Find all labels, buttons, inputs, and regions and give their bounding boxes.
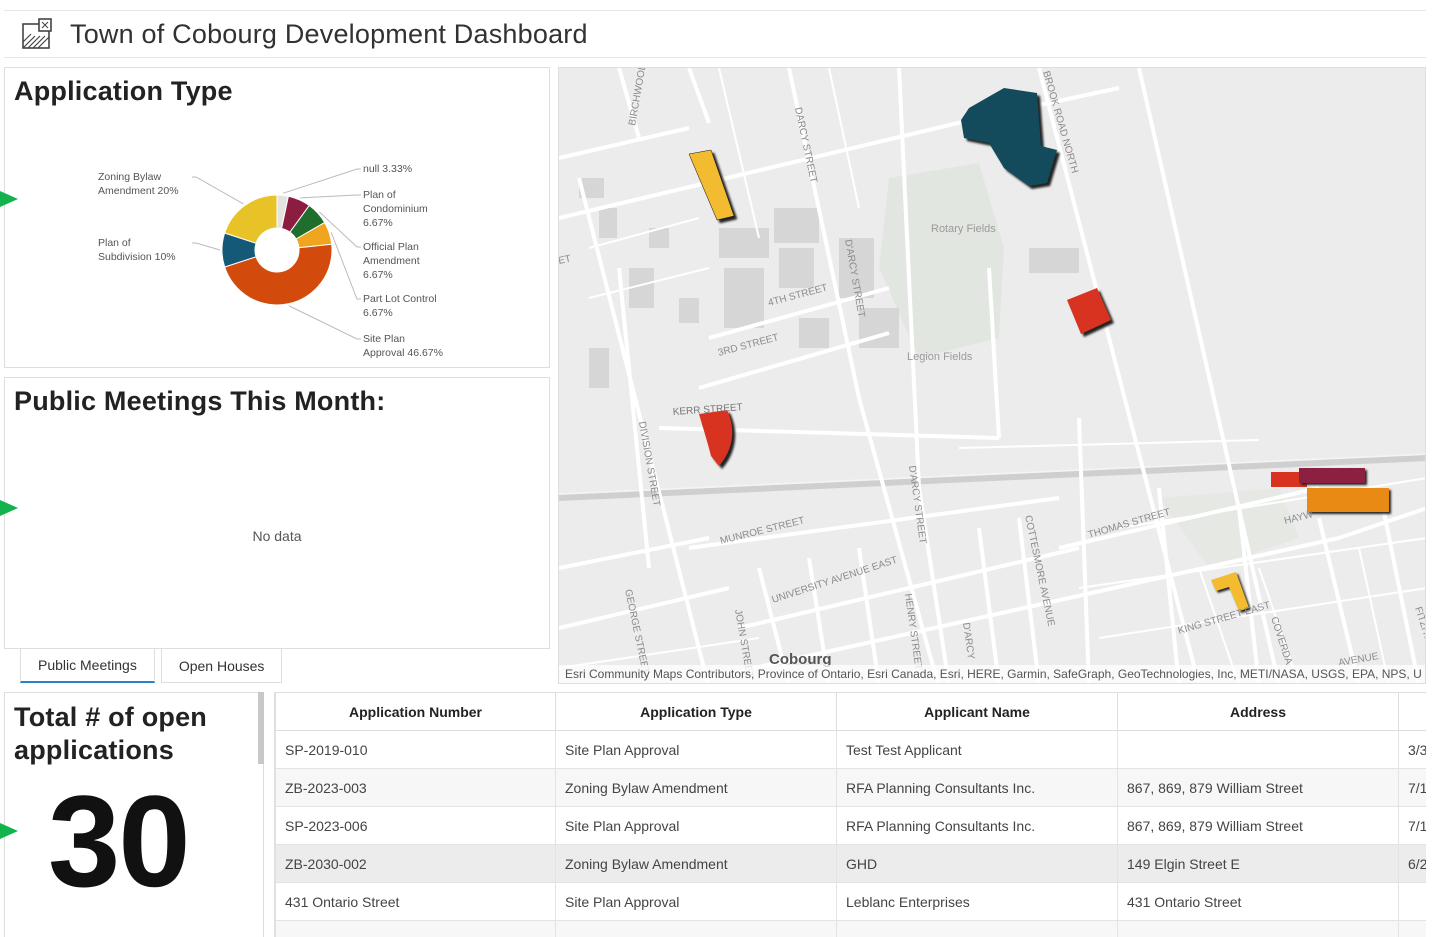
map-attribution: Esri Community Maps Contributors, Provin… [559, 665, 1425, 683]
pie-slice-label: null 3.33% [363, 163, 412, 175]
map-label: DARCY STREET [792, 106, 819, 184]
cell-address: 867, 869, 879 William Street [1117, 806, 1399, 845]
cell-applicant-name: Leblanc Enterprises [836, 882, 1118, 921]
cell-application-number: ZB-2023-003 [275, 768, 556, 807]
cell-application-number: SP-2023-006 [275, 806, 556, 845]
cell-application-type: Zoning Bylaw Amendment [555, 844, 837, 883]
pie-slice-label: Zoning Bylaw Amendment 20% [98, 171, 179, 197]
cell-application-type [555, 920, 837, 937]
cell-date [1398, 920, 1426, 937]
pie-slice[interactable] [224, 194, 278, 244]
pie-slice-label: Official Plan Amendment 6.67% [363, 241, 420, 281]
map-label: KING STREET EAST [1177, 600, 1272, 637]
cell-applicant-name: Test Test Applicant [836, 730, 1118, 769]
pie-slice-label: Site Plan Approval 46.67% [363, 333, 443, 359]
table-row[interactable]: ZB-2023-003 Zoning Bylaw Amendment RFA P… [275, 768, 1426, 807]
page-title: Town of Cobourg Development Dashboard [70, 18, 588, 49]
pie-leader-line [282, 168, 361, 194]
cell-date: 7/1 [1398, 806, 1426, 845]
cell-application-type: Site Plan Approval [555, 882, 837, 921]
public-meetings-panel: Public Meetings This Month: No data [4, 377, 550, 649]
table-row[interactable]: SP-2019-010 Site Plan Approval Test Test… [275, 730, 1426, 769]
cell-application-type: Site Plan Approval [555, 806, 837, 845]
pie-leader-line [330, 232, 361, 300]
cell-date: 6/2 [1398, 844, 1426, 883]
no-data-text: No data [252, 528, 302, 544]
column-header-address[interactable]: Address [1117, 692, 1399, 731]
table-row[interactable]: ZB-2030-002 Zoning Bylaw Amendment GHD 1… [275, 844, 1426, 883]
column-header-applicant-name[interactable]: Applicant Name [836, 692, 1118, 731]
table-header-row: Application Number Application Type Appl… [275, 692, 1426, 731]
dashboard-header: Town of Cobourg Development Dashboard [4, 10, 1426, 58]
green-marker-icon [0, 191, 18, 207]
pie-slice-label: Plan of Subdivision 10% [98, 237, 176, 263]
green-marker-icon [0, 500, 18, 516]
total-open-applications-value: 30 [48, 768, 191, 914]
applications-table: Application Number Application Type Appl… [274, 692, 1426, 937]
application-type-panel: Application Type null 3.33% Plan of Condom… [4, 67, 550, 368]
cell-applicant-name: RFA Planning Consultants Inc. [836, 768, 1118, 807]
building-plan-icon [22, 18, 52, 49]
column-header-date[interactable] [1398, 692, 1426, 731]
cell-address [1117, 730, 1399, 769]
cell-application-number: ZB-2030-002 [275, 844, 556, 883]
table-row[interactable]: 431 Ontario Street Site Plan Approval Le… [275, 882, 1426, 921]
map-label: MUNROE STREET [719, 515, 806, 547]
cell-address [1117, 920, 1399, 937]
cell-applicant-name: GHD [836, 844, 1118, 883]
cell-address: 431 Ontario Street [1117, 882, 1399, 921]
map-label: FITZHUG [1412, 606, 1426, 651]
table-row[interactable]: SP-2023-006 Site Plan Approval RFA Plann… [275, 806, 1426, 845]
cell-application-type: Zoning Bylaw Amendment [555, 768, 837, 807]
map-label: Legion Fields [907, 351, 973, 363]
meetings-tabs: Public Meetings Open Houses [20, 649, 283, 683]
cell-application-number [275, 920, 556, 937]
cell-date: 3/3 [1398, 730, 1426, 769]
public-meetings-title: Public Meetings This Month: [14, 386, 386, 416]
cell-date [1398, 882, 1426, 921]
pie-slice-label: Plan of Condominium 6.67% [363, 189, 428, 229]
table-row[interactable] [275, 920, 1426, 937]
panel-scrollbar[interactable] [258, 692, 264, 764]
cell-address: 867, 869, 879 William Street [1117, 768, 1399, 807]
pie-leader-line [288, 305, 361, 340]
cell-application-number: SP-2019-010 [275, 730, 556, 769]
pie-leader-line [192, 176, 244, 205]
cell-application-type: Site Plan Approval [555, 730, 837, 769]
pie-leader-line [300, 194, 361, 199]
map-label: ET [559, 254, 572, 267]
cell-applicant-name: RFA Planning Consultants Inc. [836, 806, 1118, 845]
map-view[interactable]: BIRCHWOOD DARCY STREET D'ARCY STREET D'A… [558, 67, 1426, 684]
green-marker-icon [0, 823, 18, 839]
application-type-pie-chart: null 3.33% Plan of Condominium 6.67% Officia… [98, 163, 443, 359]
total-open-applications-title: Total # of open applications [14, 702, 207, 765]
map-label: BIRCHWOOD [627, 68, 649, 127]
map-label: Rotary Fields [931, 223, 996, 235]
map-label: UNIVERSITY AVENUE EAST [771, 555, 899, 606]
tab-open-houses[interactable]: Open Houses [160, 649, 283, 683]
cell-date: 7/1 [1398, 768, 1426, 807]
cell-address: 149 Elgin Street E [1117, 844, 1399, 883]
basemap[interactable]: BIRCHWOOD DARCY STREET D'ARCY STREET D'A… [559, 68, 1426, 684]
application-type-title: Application Type [14, 76, 233, 106]
tab-public-meetings[interactable]: Public Meetings [20, 649, 155, 683]
pie-leader-line [192, 242, 221, 251]
map-label: GEORGE STREET [622, 588, 651, 675]
map-label: 3RD STREET [717, 332, 780, 359]
cell-applicant-name [836, 920, 1118, 937]
column-header-application-type[interactable]: Application Type [555, 692, 837, 731]
pie-slice-label: Part Lot Control 6.67% [363, 293, 437, 319]
cell-application-number: 431 Ontario Street [275, 882, 556, 921]
map-label: D'ARCY [960, 622, 976, 660]
column-header-application-number[interactable]: Application Number [275, 692, 556, 731]
